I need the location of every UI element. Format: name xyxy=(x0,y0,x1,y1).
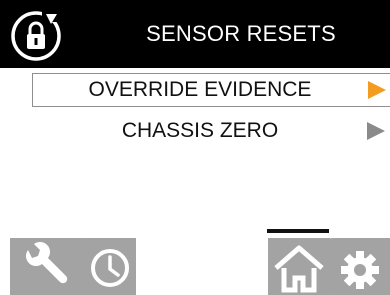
chevron-right-icon xyxy=(367,122,385,140)
chevron-right-icon xyxy=(368,81,386,99)
active-tab-indicator xyxy=(267,229,329,233)
menu-item-label: OVERRIDE EVIDENCE xyxy=(88,78,312,101)
menu-item-override-evidence[interactable]: OVERRIDE EVIDENCE xyxy=(32,73,390,107)
menu-item-label: CHASSIS ZERO xyxy=(121,119,279,142)
header-bar: SENSOR RESETS xyxy=(0,0,390,68)
home-icon[interactable] xyxy=(268,238,330,295)
gear-icon[interactable] xyxy=(324,238,390,295)
lock-reset-icon[interactable] xyxy=(10,10,62,62)
wrench-icon[interactable] xyxy=(10,238,82,295)
menu-item-chassis-zero[interactable]: CHASSIS ZERO xyxy=(32,114,390,148)
clock-icon[interactable] xyxy=(76,238,136,295)
page-title: SENSOR RESETS xyxy=(146,21,336,46)
